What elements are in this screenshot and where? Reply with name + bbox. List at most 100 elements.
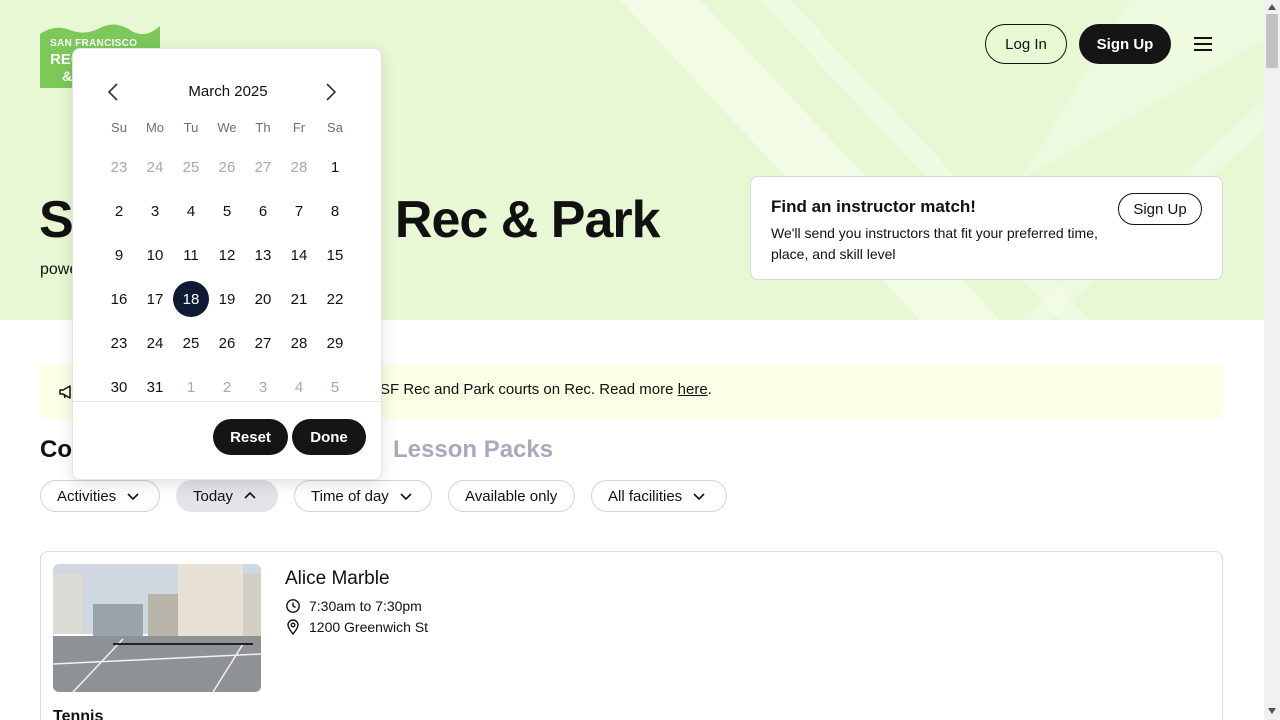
all-facilities-filter-label: All facilities [608,487,683,505]
done-button[interactable]: Done [292,419,366,455]
calendar-day[interactable]: 23 [101,145,137,189]
match-sign-up-button[interactable]: Sign Up [1118,193,1202,225]
calendar-day-label: 15 [326,246,344,264]
calendar-day-label: 24 [146,334,164,352]
read-more-link[interactable]: here [678,381,708,398]
calendar-day[interactable]: 27 [245,321,281,365]
all-facilities-filter[interactable]: All facilities [591,480,727,512]
tennis-court-photo [53,564,261,692]
scrollbar-thumb[interactable] [1266,14,1278,68]
calendar-day[interactable]: 10 [137,233,173,277]
chevron-down-icon [693,493,705,501]
calendar-day-label: 19 [218,290,236,308]
calendar-day[interactable]: 14 [281,233,317,277]
weekday-label: Su [111,120,127,135]
calendar-day[interactable]: 1 [317,145,353,189]
available-only-filter-label: Available only [465,487,558,505]
calendar-day[interactable]: 24 [137,145,173,189]
date-filter[interactable]: Today [176,480,278,512]
calendar-day-label: 27 [254,158,272,176]
available-only-filter[interactable]: Available only [448,480,575,512]
calendar-day[interactable]: 30 [101,365,137,409]
calendar-day[interactable]: 28 [281,321,317,365]
activities-filter[interactable]: Activities [40,480,160,512]
clock-icon [286,599,300,613]
calendar-day[interactable]: 2 [209,365,245,409]
announcement-suffix: . [707,381,712,398]
calendar-day-label: 12 [218,246,236,264]
calendar-day[interactable]: 3 [137,189,173,233]
calendar-day-label: 6 [258,202,268,220]
calendar-day[interactable]: 22 [317,277,353,321]
weekday-label: Mo [145,120,165,135]
calendar-day[interactable]: 25 [173,145,209,189]
calendar-day[interactable]: 1 [173,365,209,409]
calendar-day[interactable]: 27 [245,145,281,189]
calendar-day-label: 30 [110,378,128,396]
calendar-day[interactable]: 5 [209,189,245,233]
calendar-day[interactable]: 20 [245,277,281,321]
calendar-day[interactable]: 24 [137,321,173,365]
time-of-day-filter[interactable]: Time of day [294,480,432,512]
calendar-day-selected[interactable]: 18 [173,277,209,321]
facility-card[interactable]: Alice Marble 7:30am to 7:30pm 1200 Green… [40,551,1223,720]
calendar-day[interactable]: 13 [245,233,281,277]
calendar-day[interactable]: 26 [209,145,245,189]
previous-month-button[interactable] [103,82,123,102]
instructor-match-card: Find an instructor match! We'll send you… [750,176,1223,280]
calendar-day[interactable]: 16 [101,277,137,321]
calendar-day[interactable]: 26 [209,321,245,365]
calendar-day-label: 14 [290,246,308,264]
calendar-day[interactable]: 12 [209,233,245,277]
calendar-day-label: 26 [218,158,236,176]
facility-photo [53,564,261,692]
activities-filter-label: Activities [57,487,117,505]
calendar-day[interactable]: 9 [101,233,137,277]
chevron-up-icon [244,491,256,499]
calendar-day-label: 9 [114,246,124,264]
calendar-day[interactable]: 21 [281,277,317,321]
calendar-day[interactable]: 4 [173,189,209,233]
log-in-button[interactable]: Log In [985,24,1067,64]
calendar-day[interactable]: 23 [101,321,137,365]
sign-up-button[interactable]: Sign Up [1079,24,1171,64]
calendar-day-label: 16 [110,290,128,308]
facility-sport: Tennis [53,708,104,720]
calendar-grid: Su Mo Tu We Th Fr Sa 23 24 25 26 27 28 1 2 3 4 5 6 7 8 9 10 11… [101,115,353,409]
chevron-down-icon [400,493,412,501]
calendar-day-label: 13 [254,246,272,264]
calendar-day-label: 22 [326,290,344,308]
calendar-day[interactable]: 31 [137,365,173,409]
calendar-day[interactable]: 4 [281,365,317,409]
calendar-day-label: 5 [330,378,340,396]
calendar-day[interactable]: 25 [173,321,209,365]
calendar-day-label: 2 [114,202,124,220]
facility-name[interactable]: Alice Marble [285,568,390,590]
page-scrollbar[interactable] [1264,0,1280,720]
calendar-day[interactable]: 2 [101,189,137,233]
calendar-day[interactable]: 17 [137,277,173,321]
calendar-day[interactable]: 3 [245,365,281,409]
calendar-day[interactable]: 15 [317,233,353,277]
facility-address-row: 1200 Greenwich St [285,619,428,635]
reset-button[interactable]: Reset [213,419,288,455]
calendar-day[interactable]: 28 [281,145,317,189]
calendar-day[interactable]: 29 [317,321,353,365]
calendar-day[interactable]: 8 [317,189,353,233]
calendar-day[interactable]: 6 [245,189,281,233]
calendar-day[interactable]: 5 [317,365,353,409]
chevron-right-icon [326,83,337,101]
scroll-up-icon[interactable] [1268,4,1276,10]
facility-hours: 7:30am to 7:30pm [309,598,422,614]
scroll-down-icon[interactable] [1268,708,1276,714]
calendar-day[interactable]: 7 [281,189,317,233]
calendar-day-label: 10 [146,246,164,264]
calendar-day[interactable]: 11 [173,233,209,277]
hamburger-menu-icon[interactable] [1191,34,1215,54]
calendar-divider [73,401,383,402]
next-month-button[interactable] [321,82,341,102]
calendar-day-label: 25 [182,334,200,352]
calendar-day[interactable]: 19 [209,277,245,321]
calendar-day-label: 4 [294,378,304,396]
tab-lesson-packs[interactable]: Lesson Packs [393,436,553,464]
